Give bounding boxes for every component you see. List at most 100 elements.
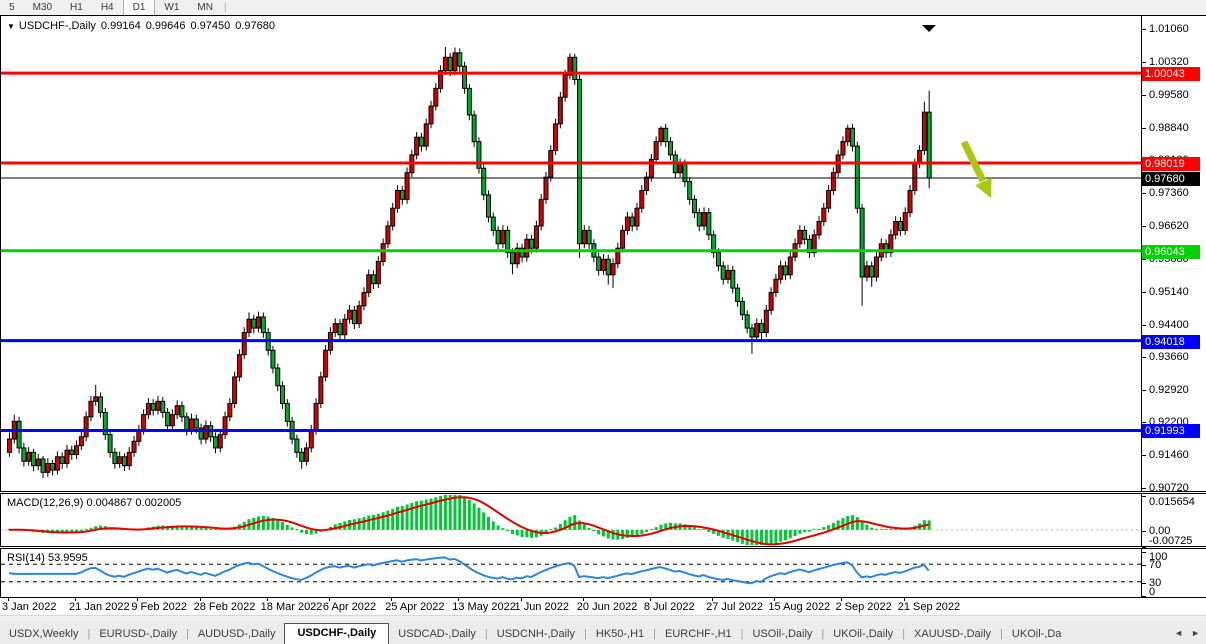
timeframe-button-d1[interactable]: D1 xyxy=(123,0,156,15)
symbol-dropdown-icon[interactable]: ▼ xyxy=(7,22,15,31)
symbol-tab-usdcnhdaily[interactable]: USDCNH-,Daily xyxy=(488,625,584,644)
date-label: 21 Jan 2022 xyxy=(69,601,130,613)
date-label: 15 Aug 2022 xyxy=(768,601,830,613)
date-label: 8 Jul 2022 xyxy=(644,601,695,613)
symbol-tab-eurusddaily[interactable]: EURUSD-,Daily xyxy=(90,625,186,644)
macd-axis[interactable]: 0.0156540.00-0.00725 xyxy=(1142,494,1206,546)
price-tick-mark xyxy=(1142,62,1146,63)
rsi-tick-mark xyxy=(1142,552,1146,553)
chart-title: ▼USDCHF-,Daily0.991640.996460.974500.976… xyxy=(7,20,280,32)
price-badge-0.97680: 0.97680 xyxy=(1142,172,1200,186)
symbol-tab-usoildaily[interactable]: USOil-,Daily xyxy=(744,625,822,644)
date-label: 9 Feb 2022 xyxy=(131,601,187,613)
price-badge-0.96043: 0.96043 xyxy=(1142,245,1200,259)
macd-values: 0.004867 0.002005 xyxy=(86,497,181,509)
main-chart-plot[interactable]: ▼USDCHF-,Daily0.991640.996460.974500.976… xyxy=(0,16,1142,491)
macd-tick-label: 0.015654 xyxy=(1149,496,1195,509)
chart-title-symbol: USDCHF-,Daily xyxy=(19,20,96,32)
symbol-tab-usdxweekly[interactable]: USDX,Weekly xyxy=(0,625,87,644)
price-tick-label: 1.01060 xyxy=(1149,23,1189,36)
timeframe-button-5[interactable]: 5 xyxy=(0,0,24,15)
symbol-tab-usdcaddaily[interactable]: USDCAD-,Daily xyxy=(389,625,485,644)
macd-plot[interactable]: MACD(12,26,9) 0.004867 0.002005 xyxy=(0,494,1142,546)
rsi-chart[interactable] xyxy=(1,549,1141,597)
toolbar-separator: | xyxy=(224,2,227,13)
price-tick-mark xyxy=(1142,488,1146,489)
date-label: 13 May 2022 xyxy=(452,601,516,613)
rsi-axis[interactable]: 10070300 xyxy=(1142,549,1206,597)
rsi-tick-label: 70 xyxy=(1149,559,1161,572)
symbol-tab-usdchfdaily[interactable]: USDCHF-,Daily xyxy=(284,623,389,644)
chart-title-low: 0.97450 xyxy=(190,20,230,32)
date-label: 20 Jun 2022 xyxy=(577,601,638,613)
date-label: 3 Jan 2022 xyxy=(2,601,56,613)
price-badge-0.91993: 0.91993 xyxy=(1142,424,1200,438)
date-label: 27 Jul 2022 xyxy=(706,601,763,613)
price-tick-label: 0.91460 xyxy=(1149,449,1189,462)
timeframe-button-h4[interactable]: H4 xyxy=(92,0,123,15)
price-tick-label: 0.93660 xyxy=(1149,351,1189,364)
price-tick-mark xyxy=(1142,292,1146,293)
symbol-tab-xauusddaily[interactable]: XAUUSD-,Daily xyxy=(905,625,1000,644)
timeframe-button-m30[interactable]: M30 xyxy=(24,0,61,15)
price-axis[interactable]: 1.010601.003200.995800.988400.981000.973… xyxy=(1142,16,1206,491)
rsi-tick-mark xyxy=(1142,583,1146,584)
rsi-plot[interactable]: RSI(14) 53.9595 xyxy=(0,549,1142,597)
main-chart-panel: ▼USDCHF-,Daily0.991640.996460.974500.976… xyxy=(0,15,1206,492)
symbol-tab-ukoilda[interactable]: UKOil-,Da xyxy=(1003,625,1071,644)
symbol-tab-bar: USDX,Weekly|EURUSD-,Daily|AUDUSD-,DailyU… xyxy=(0,621,1206,644)
rsi-value: 53.9595 xyxy=(48,552,88,564)
macd-label: MACD(12,26,9) 0.004867 0.002005 xyxy=(7,497,181,509)
tab-scroll-right-icon[interactable]: ► xyxy=(1191,628,1200,638)
price-badge-0.94018: 0.94018 xyxy=(1142,335,1200,349)
tab-scroll-left-icon[interactable]: ◄ xyxy=(1174,628,1183,638)
date-label: 6 Apr 2022 xyxy=(323,601,376,613)
price-tick-mark xyxy=(1142,95,1146,96)
macd-tick-mark xyxy=(1142,496,1146,497)
price-tick-mark xyxy=(1142,259,1146,260)
date-label: 25 Apr 2022 xyxy=(385,601,444,613)
price-tick-label: 0.95140 xyxy=(1149,286,1189,299)
chart-title-close: 0.97680 xyxy=(235,20,275,32)
date-label: 1 Jun 2022 xyxy=(515,601,569,613)
price-tick-label: 0.98840 xyxy=(1149,122,1189,135)
price-tick-mark xyxy=(1142,226,1146,227)
macd-panel: MACD(12,26,9) 0.004867 0.002005 0.015654… xyxy=(0,493,1206,547)
rsi-label: RSI(14) 53.9595 xyxy=(7,552,88,564)
down-arrow-annotation[interactable] xyxy=(961,141,992,199)
symbol-tab-eurchfh1[interactable]: EURCHF-,H1 xyxy=(656,625,741,644)
price-tick-mark xyxy=(1142,390,1146,391)
rsi-tick-mark xyxy=(1142,565,1146,566)
timeframe-button-mn[interactable]: MN xyxy=(188,0,222,15)
price-tick-label: 0.97360 xyxy=(1149,187,1189,200)
mt4-window: 5M30H1H4D1W1MN| ▼USDCHF-,Daily0.991640.9… xyxy=(0,0,1206,644)
symbol-tab-ukoildaily[interactable]: UKOil-,Daily xyxy=(824,625,902,644)
symbol-tab-hk50h1[interactable]: HK50-,H1 xyxy=(587,625,653,644)
price-badge-0.98019: 0.98019 xyxy=(1142,157,1200,171)
price-tick-mark xyxy=(1142,422,1146,423)
price-badge-1.00043: 1.00043 xyxy=(1142,67,1200,81)
chart-title-high: 0.99646 xyxy=(146,20,186,32)
rsi-panel: RSI(14) 53.9595 10070300 xyxy=(0,548,1206,598)
price-tick-mark xyxy=(1142,193,1146,194)
symbol-tab-audusddaily[interactable]: AUDUSD-,Daily xyxy=(189,625,285,644)
date-label: 28 Feb 2022 xyxy=(194,601,256,613)
candlestick-chart[interactable] xyxy=(1,16,1141,491)
price-tick-label: 0.99580 xyxy=(1149,89,1189,102)
time-axis[interactable]: 3 Jan 2022 21 Jan 20229 Feb 2022 28 Feb 20… xyxy=(0,598,1206,615)
timeframe-button-w1[interactable]: W1 xyxy=(155,0,188,15)
price-tick-label: 0.96620 xyxy=(1149,220,1189,233)
date-label: 2 Sep 2022 xyxy=(835,601,891,613)
timeframe-button-h1[interactable]: H1 xyxy=(61,0,92,15)
price-tick-label: 0.94400 xyxy=(1149,319,1189,332)
price-tick-mark xyxy=(1142,128,1146,129)
price-tick-mark xyxy=(1142,455,1146,456)
tab-scroll-controls: ◄► xyxy=(1168,621,1206,644)
price-tick-mark xyxy=(1142,325,1146,326)
chart-shift-marker-icon xyxy=(922,25,936,32)
macd-tick-mark xyxy=(1142,531,1146,532)
timeframe-toolbar: 5M30H1H4D1W1MN| xyxy=(0,0,1206,15)
macd-tick-label: -0.00725 xyxy=(1149,535,1192,548)
price-tick-label: 0.92920 xyxy=(1149,384,1189,397)
price-tick-mark xyxy=(1142,29,1146,30)
